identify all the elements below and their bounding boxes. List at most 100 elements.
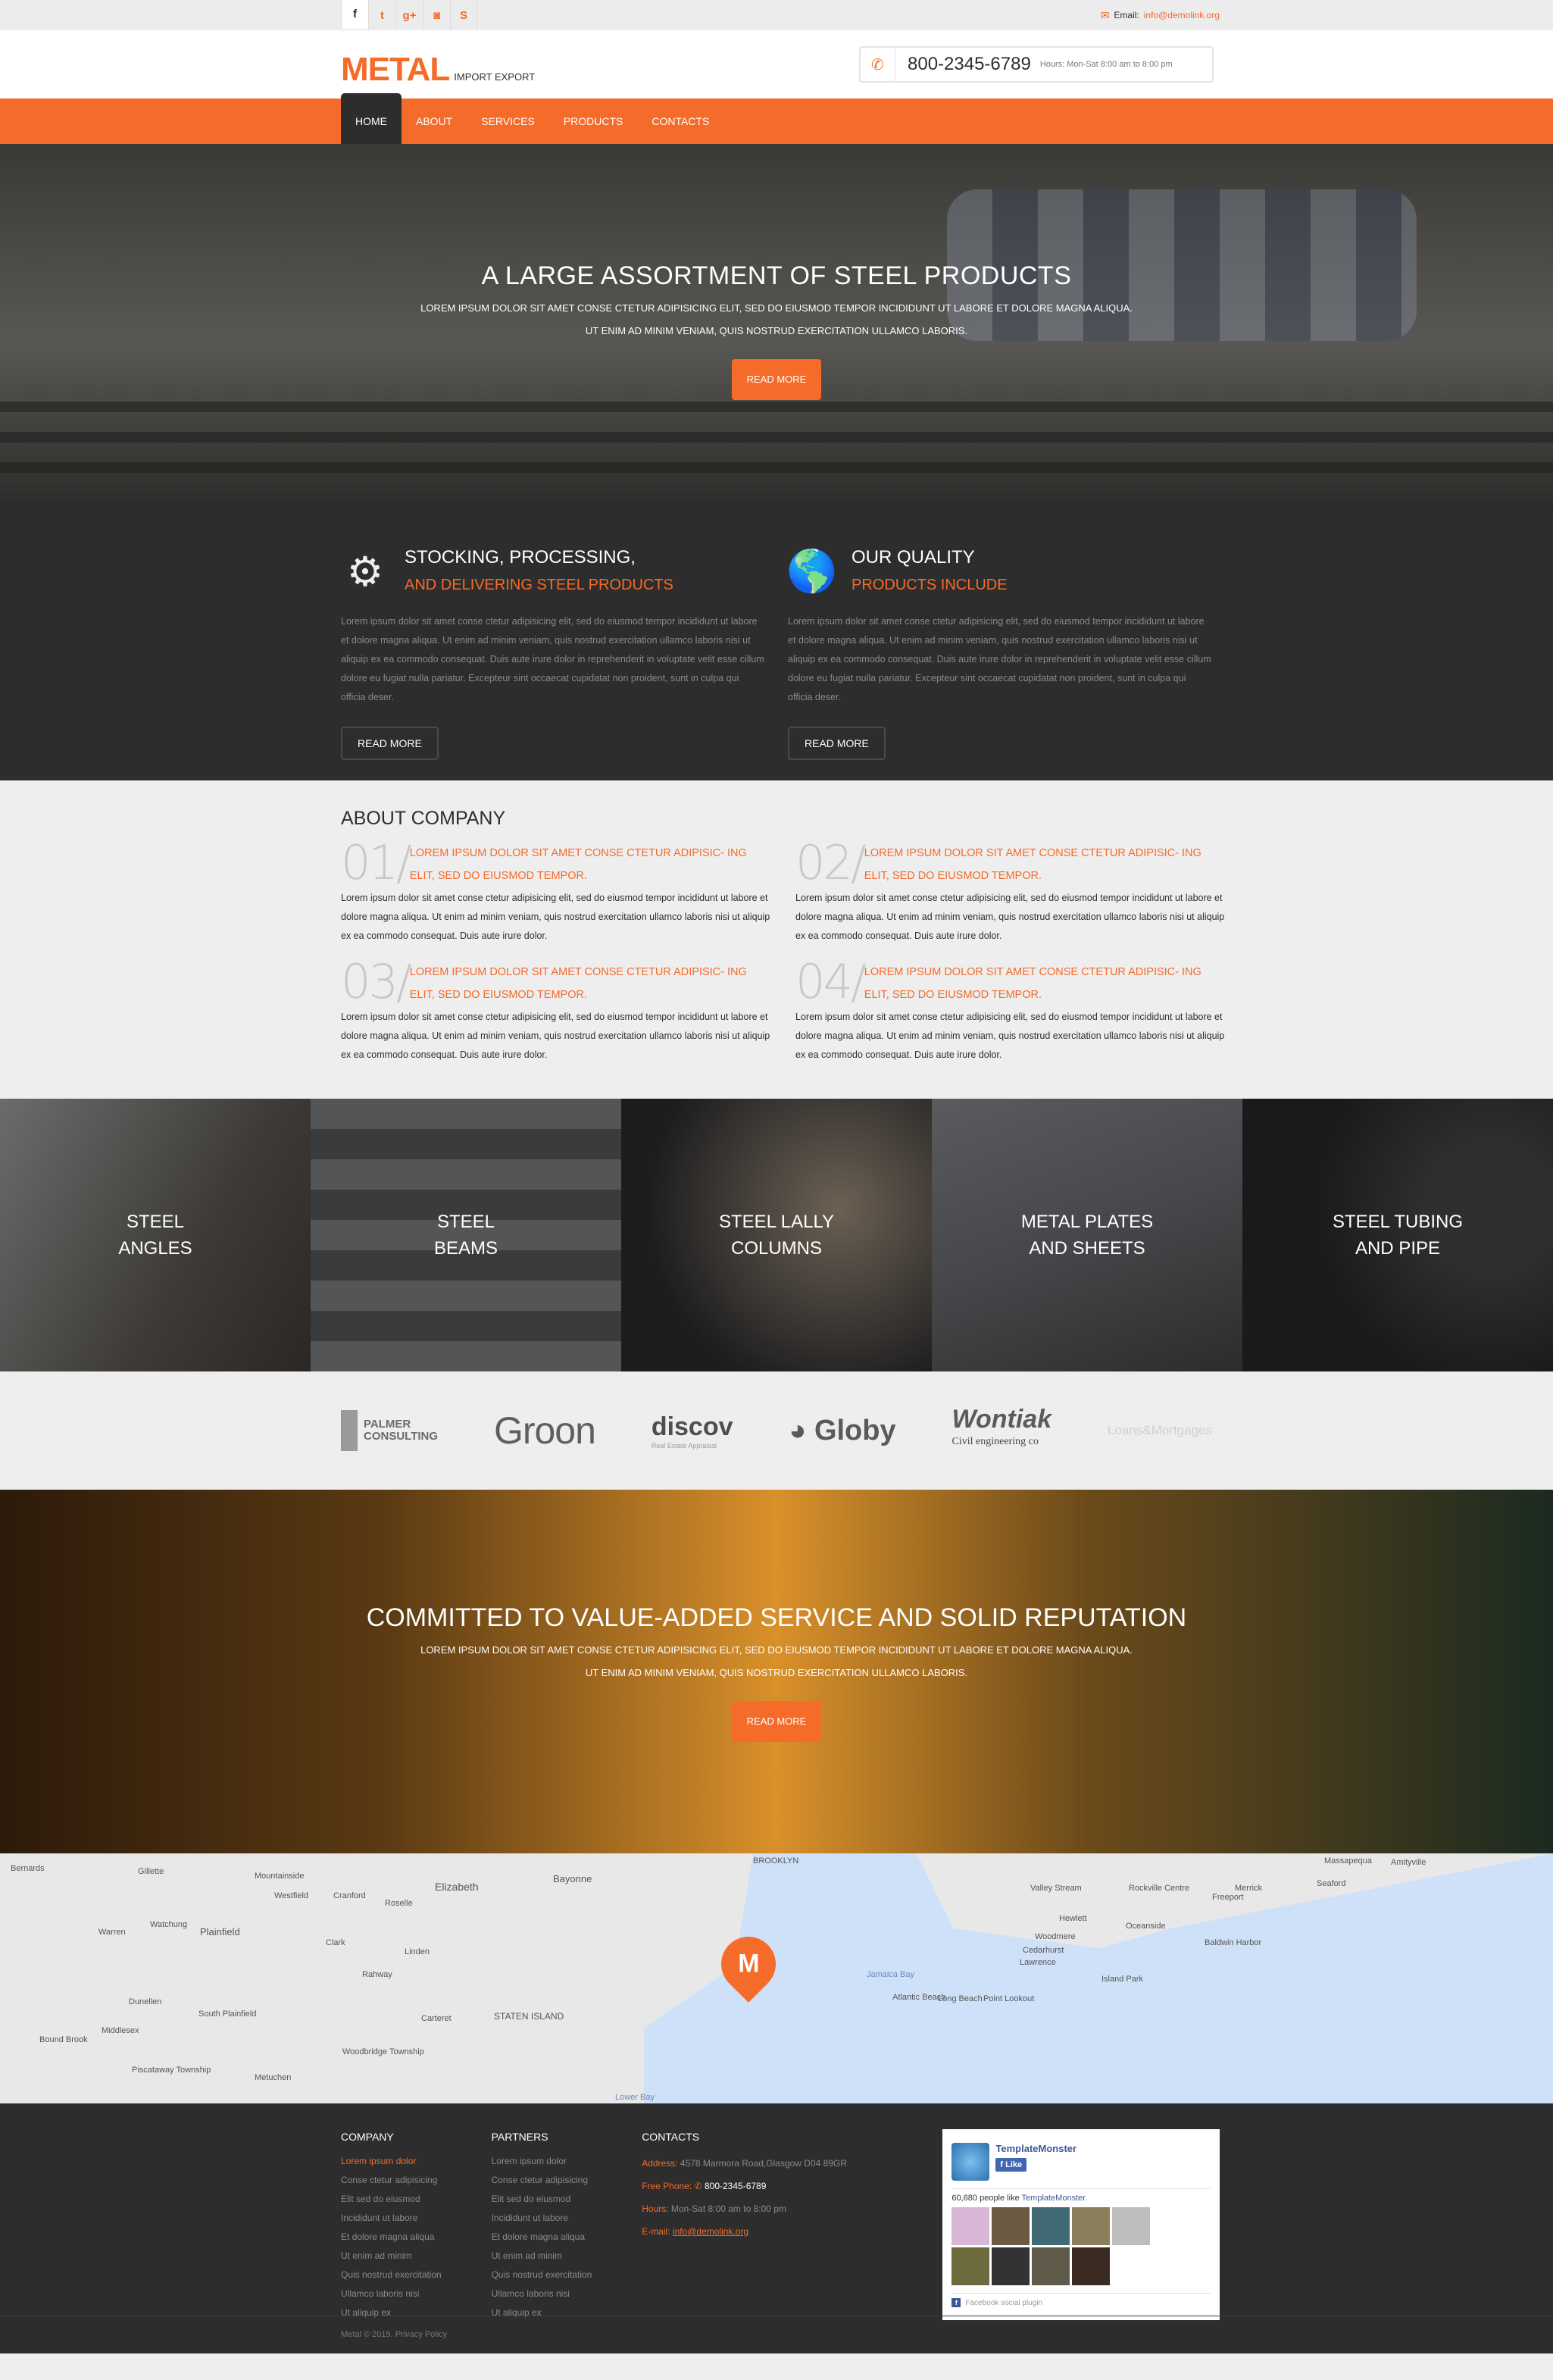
- footer-contacts-title: CONTACTS: [642, 2131, 700, 2143]
- hero-text-2: UT ENIM AD MINIM VENIAM, QUIS NOSTRUD EX…: [585, 325, 968, 336]
- map-label: Piscataway Township: [132, 2066, 211, 2075]
- logo-wontiak[interactable]: Wontiak Civil engineering co: [952, 1406, 1052, 1453]
- nav-services[interactable]: SERVICES: [467, 99, 549, 144]
- map-label: Plainfield: [200, 1926, 240, 1937]
- client-logos: PALMER CONSULTING Groon discov Real Estate…: [0, 1371, 1553, 1490]
- map-label: Lower Bay: [615, 2093, 655, 2102]
- product-steel-angles[interactable]: STEEL ANGLES: [0, 1099, 311, 1371]
- hero-banner: A LARGE ASSORTMENT OF STEEL PRODUCTS LOR…: [0, 144, 1553, 508]
- nav-home[interactable]: HOME: [341, 93, 402, 144]
- map-label: Seaford: [1317, 1879, 1346, 1888]
- page-avatar[interactable]: [951, 2143, 990, 2181]
- instagram-icon[interactable]: ◙: [423, 0, 450, 30]
- map-label: Amityville: [1391, 1858, 1426, 1867]
- fan-avatar[interactable]: [1112, 2207, 1151, 2245]
- fan-avatar[interactable]: [992, 2207, 1030, 2245]
- footer-link[interactable]: Quis nostrud exercitation: [492, 2266, 642, 2285]
- privacy-policy-link[interactable]: Privacy Policy: [395, 2330, 447, 2339]
- footer-link[interactable]: Ut enim ad minim: [341, 2247, 492, 2266]
- footer-link[interactable]: Incididunt ut labore: [341, 2209, 492, 2228]
- hours-label: Hours:: [642, 2203, 669, 2214]
- logo-groon[interactable]: Groon: [494, 1409, 596, 1453]
- map-label: Gillette: [138, 1867, 164, 1876]
- map-label: Westfield: [274, 1891, 309, 1900]
- count-link[interactable]: TemplateMonster.: [1022, 2194, 1088, 2203]
- top-email: ✉ Email: info@demolink.org: [1101, 9, 1220, 22]
- logo-loans-mortgages[interactable]: Loans&Mortgages: [1108, 1423, 1212, 1438]
- cta-title: COMMITTED TO VALUE-ADDED SERVICE AND SOL…: [366, 1603, 1187, 1632]
- google-plus-icon[interactable]: g+: [395, 0, 423, 30]
- footer: COMPANY Lorem ipsum dolor Conse ctetur a…: [0, 2103, 1553, 2353]
- product-metal-plates[interactable]: METAL PLATES AND SHEETS: [932, 1099, 1242, 1371]
- product-line2: COLUMNS: [730, 1238, 822, 1259]
- product-line1: STEEL: [436, 1212, 495, 1232]
- contact-hours: Hours: Mon-Sat 8:00 am to 8:00 pm: [642, 2197, 942, 2220]
- location-map[interactable]: Bernards Gillette Mountainside Westfield…: [0, 1853, 1553, 2103]
- footer-link[interactable]: Elit sed do eiusmod: [341, 2190, 492, 2209]
- product-line1: STEEL: [126, 1212, 185, 1232]
- fan-avatar[interactable]: [1032, 2247, 1070, 2285]
- fan-avatar[interactable]: [951, 2247, 990, 2285]
- fan-avatar[interactable]: [1072, 2207, 1111, 2245]
- feature-read-more-button[interactable]: READ MORE: [788, 727, 886, 760]
- map-label: Island Park: [1101, 1975, 1144, 1984]
- facebook-widget: TemplateMonster f Like 60,680 people lik…: [942, 2129, 1220, 2320]
- map-label: Middlesex: [102, 2026, 139, 2035]
- fan-avatar[interactable]: [951, 2207, 990, 2245]
- hero-read-more-button[interactable]: READ MORE: [731, 359, 822, 400]
- feature-title: STOCKING, PROCESSING,: [405, 547, 636, 568]
- about-item-body: Lorem ipsum dolor sit amet conse ctetur …: [341, 1012, 770, 1060]
- product-lally-columns[interactable]: STEEL LALLY COLUMNS: [621, 1099, 932, 1371]
- footer-link[interactable]: Conse ctetur adipisicing: [492, 2171, 642, 2190]
- footer-link[interactable]: Incididunt ut labore: [492, 2209, 642, 2228]
- logo-palmer-consulting[interactable]: PALMER CONSULTING: [341, 1410, 438, 1451]
- discov-tagline: Real Estate Appraisal: [651, 1441, 717, 1450]
- product-steel-beams[interactable]: STEEL BEAMS: [311, 1099, 621, 1371]
- product-tubing-pipe[interactable]: STEEL TUBING AND PIPE: [1242, 1099, 1553, 1371]
- map-label: Elizabeth: [435, 1881, 479, 1893]
- fb-page-name[interactable]: TemplateMonster: [995, 2143, 1076, 2154]
- hero-text-1: LOREM IPSUM DOLOR SIT AMET CONSE CTETUR …: [420, 302, 1133, 314]
- footer-link[interactable]: Ut enim ad minim: [492, 2247, 642, 2266]
- nav-products[interactable]: PRODUCTS: [549, 99, 638, 144]
- phone-value[interactable]: 800-2345-6789: [705, 2181, 766, 2191]
- fan-avatar[interactable]: [1032, 2207, 1070, 2245]
- footer-link[interactable]: Elit sed do eiusmod: [492, 2190, 642, 2209]
- logo-discov[interactable]: discov Real Estate Appraisal: [652, 1412, 733, 1450]
- about-item-body: Lorem ipsum dolor sit amet conse ctetur …: [795, 1012, 1225, 1060]
- footer-link[interactable]: Conse ctetur adipisicing: [341, 2171, 492, 2190]
- footer-link[interactable]: Lorem ipsum dolor: [492, 2152, 642, 2171]
- facebook-icon[interactable]: f: [341, 0, 368, 29]
- footer-link[interactable]: Lorem ipsum dolor: [341, 2152, 492, 2171]
- fan-avatar[interactable]: [992, 2247, 1030, 2285]
- email-link[interactable]: info@demolink.org: [1144, 10, 1220, 20]
- footer-link[interactable]: Et dolore magna aliqua: [341, 2228, 492, 2247]
- footer-link[interactable]: Quis nostrud exercitation: [341, 2266, 492, 2285]
- map-water: [644, 1853, 1553, 2103]
- map-label: Freeport: [1212, 1893, 1244, 1902]
- header-phone[interactable]: 800-2345-6789: [908, 54, 1031, 75]
- map-label: Linden: [405, 1947, 430, 1956]
- footer-link[interactable]: Et dolore magna aliqua: [492, 2228, 642, 2247]
- fb-like-button[interactable]: f Like: [995, 2158, 1027, 2172]
- about-section: ABOUT COMPANY 01/LOREM IPSUM DOLOR SIT A…: [0, 780, 1553, 1099]
- fb-like-count: 60,680 people like TemplateMonster.: [951, 2194, 1211, 2203]
- fan-avatar[interactable]: [1072, 2247, 1111, 2285]
- map-label: Lawrence: [1020, 1958, 1056, 1967]
- footer-link[interactable]: Ullamco laboris nisi: [492, 2285, 642, 2303]
- globe-icon: ◕: [789, 1414, 814, 1446]
- logo-globy[interactable]: ◕ Globy: [789, 1415, 895, 1447]
- feature-body: Lorem ipsum dolor sit amet conse ctetur …: [788, 616, 1211, 702]
- twitter-icon[interactable]: t: [368, 0, 395, 30]
- logo[interactable]: METAL IMPORT EXPORT: [341, 51, 535, 89]
- map-label: Bernards: [11, 1864, 45, 1873]
- feature-subtitle: PRODUCTS INCLUDE: [851, 577, 1008, 593]
- cta-read-more-button[interactable]: READ MORE: [731, 1701, 822, 1742]
- email-link[interactable]: info@demolink.org: [673, 2226, 748, 2237]
- feature-read-more-button[interactable]: READ MORE: [341, 727, 439, 760]
- nav-about[interactable]: ABOUT: [402, 99, 467, 144]
- footer-link[interactable]: Ullamco laboris nisi: [341, 2285, 492, 2303]
- map-label: Bound Brook: [39, 2035, 88, 2044]
- nav-contacts[interactable]: CONTACTS: [637, 99, 723, 144]
- skype-icon[interactable]: S: [450, 0, 477, 30]
